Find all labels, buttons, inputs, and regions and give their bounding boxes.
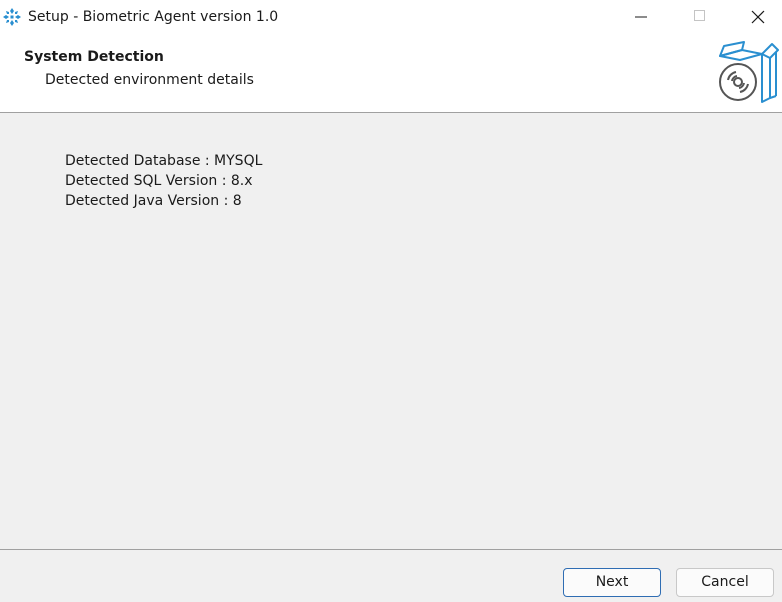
maximize-button[interactable] [670, 0, 728, 34]
next-button[interactable]: Next [563, 568, 661, 597]
window-title: Setup - Biometric Agent version 1.0 [28, 9, 279, 25]
close-button[interactable] [728, 0, 782, 34]
detected-database-text: Detected Database : MYSQL [65, 153, 263, 169]
close-icon [751, 10, 765, 24]
minimize-icon [635, 16, 647, 18]
minimize-button[interactable] [612, 0, 670, 34]
cancel-button[interactable]: Cancel [676, 568, 774, 597]
footer-divider [0, 549, 782, 550]
wizard-content: Detected Database : MYSQL Detected SQL V… [0, 113, 782, 549]
setup-app-icon [2, 7, 22, 27]
wizard-header: System Detection Detected environment de… [0, 34, 782, 113]
maximize-icon [694, 10, 705, 21]
title-bar[interactable]: Setup - Biometric Agent version 1.0 [0, 0, 782, 34]
detected-sql-version-text: Detected SQL Version : 8.x [65, 173, 253, 189]
page-subtitle: Detected environment details [45, 72, 254, 88]
detected-java-version-text: Detected Java Version : 8 [65, 193, 242, 209]
software-box-icon [714, 40, 780, 106]
page-title: System Detection [24, 49, 164, 65]
